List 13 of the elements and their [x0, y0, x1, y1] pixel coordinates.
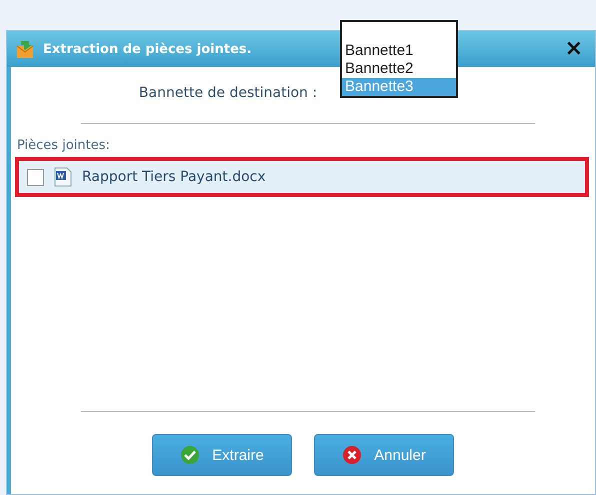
file-name: Rapport Tiers Payant.docx — [82, 169, 266, 185]
envelope-icon — [15, 39, 35, 59]
close-button[interactable]: × — [560, 38, 587, 60]
dropdown-option[interactable]: Bannette1 — [342, 42, 456, 60]
check-icon — [180, 445, 200, 465]
cancel-icon — [342, 445, 362, 465]
destination-label: Bannette de destination : — [138, 85, 318, 103]
document-icon — [54, 167, 72, 187]
window-title: Extraction de pièces jointes. — [43, 42, 252, 56]
checkbox[interactable] — [27, 168, 44, 186]
dropdown-option[interactable]: Bannette2 — [342, 60, 456, 78]
attachment-row[interactable]: Rapport Tiers Payant.docx — [15, 157, 589, 197]
attachments-label: Pièces jointes: — [17, 138, 111, 153]
